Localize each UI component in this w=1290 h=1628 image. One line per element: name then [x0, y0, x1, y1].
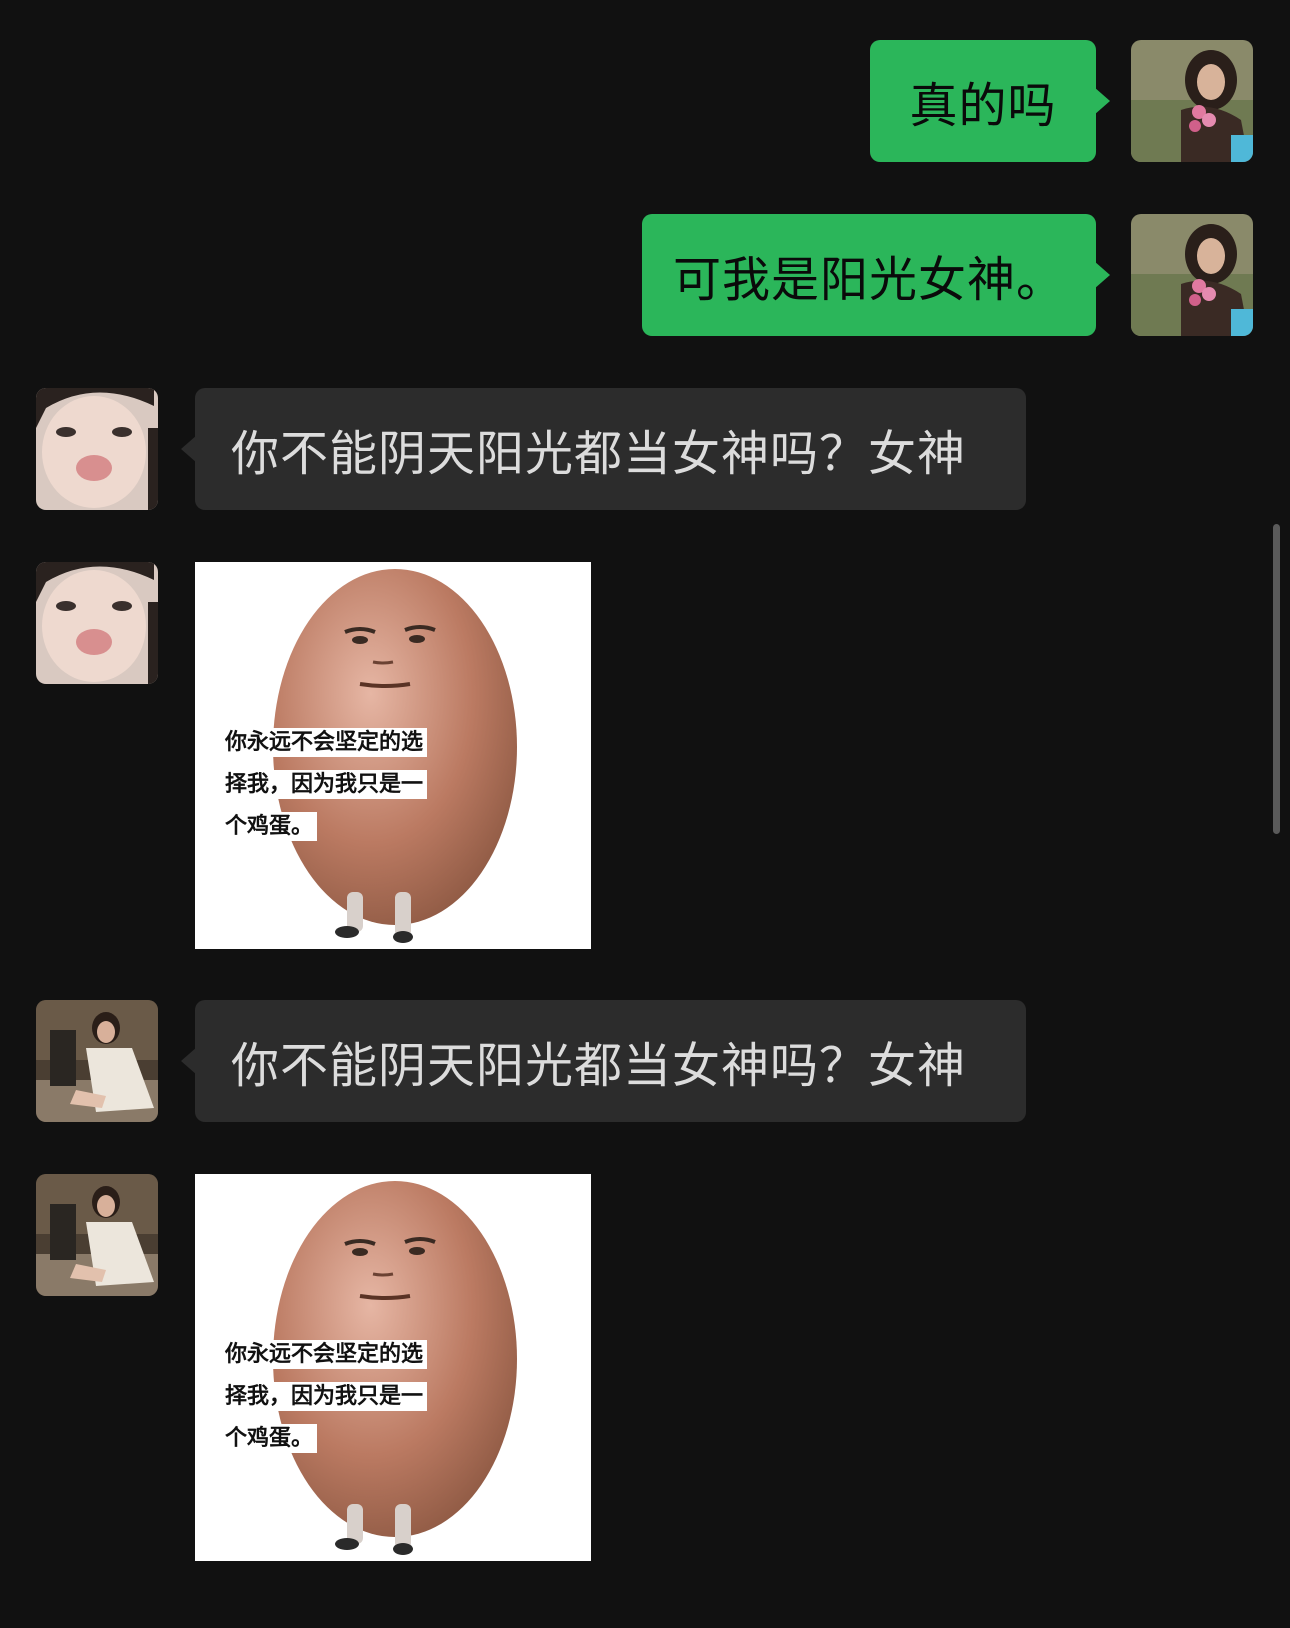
contact-avatar[interactable]	[36, 1174, 158, 1296]
scrollbar[interactable]	[1273, 524, 1280, 834]
contact-avatar[interactable]	[36, 1000, 158, 1122]
child-pout-avatar-icon	[36, 562, 158, 684]
child-pout-avatar-icon	[36, 388, 158, 510]
woman-with-flowers-avatar-icon	[1131, 214, 1253, 336]
sticker-caption-line: 你永远不会坚定的选	[221, 1340, 428, 1369]
sticker-caption-line: 你永远不会坚定的选	[221, 728, 428, 757]
contact-avatar[interactable]	[36, 562, 158, 684]
sticker-caption-line: 个鸡蛋。	[221, 1424, 318, 1453]
sticker-caption-line: 择我，因为我只是一	[221, 770, 428, 799]
contact-avatar[interactable]	[36, 388, 158, 510]
sticker-image[interactable]: 你永远不会坚定的选 择我，因为我只是一 个鸡蛋。	[195, 562, 591, 949]
my-avatar[interactable]	[1131, 40, 1253, 162]
woman-sitting-avatar-icon	[36, 1000, 158, 1122]
message-bubble-outgoing[interactable]: 真的吗	[870, 40, 1110, 162]
sticker-caption-line: 个鸡蛋。	[221, 812, 318, 841]
sticker-image[interactable]: 你永远不会坚定的选 择我，因为我只是一 个鸡蛋。	[195, 1174, 591, 1561]
message-text: 真的吗	[909, 78, 1057, 134]
message-bubble-incoming[interactable]: 你不能阴天阳光都当女神吗？女神	[181, 1000, 1026, 1122]
message-text: 可我是阳光女神。	[672, 252, 1065, 308]
message-text: 你不能阴天阳光都当女神吗？女神	[231, 426, 967, 482]
message-bubble-incoming[interactable]: 你不能阴天阳光都当女神吗？女神	[181, 388, 1026, 510]
message-bubble-outgoing[interactable]: 可我是阳光女神。	[642, 214, 1110, 336]
message-text: 你不能阴天阳光都当女神吗？女神	[231, 1038, 967, 1094]
woman-sitting-avatar-icon	[36, 1174, 158, 1296]
sticker-caption: 你永远不会坚定的选 择我，因为我只是一 个鸡蛋。	[221, 722, 451, 848]
sticker-caption: 你永远不会坚定的选 择我，因为我只是一 个鸡蛋。	[221, 1334, 451, 1460]
woman-with-flowers-avatar-icon	[1131, 40, 1253, 162]
my-avatar[interactable]	[1131, 214, 1253, 336]
sticker-caption-line: 择我，因为我只是一	[221, 1382, 428, 1411]
